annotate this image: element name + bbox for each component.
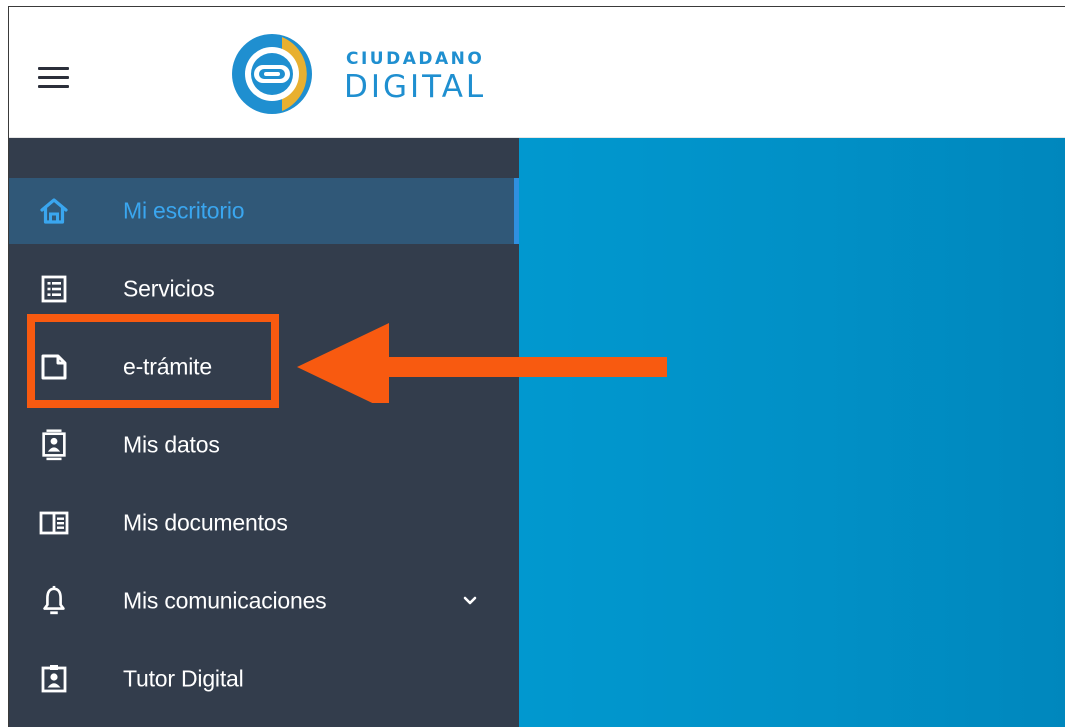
app-window: CIUDADANO DIGITAL Mi escritorio Servicio… <box>8 6 1065 727</box>
logo-mark-icon <box>232 34 312 114</box>
home-icon <box>40 198 68 224</box>
hamburger-icon-line <box>38 76 69 79</box>
sidebar-item-label: Mis datos <box>123 431 220 458</box>
list-icon <box>41 275 67 303</box>
hamburger-menu-button[interactable] <box>35 62 75 92</box>
logo-text-bottom: DIGITAL <box>344 69 487 105</box>
bell-icon <box>43 585 65 615</box>
hamburger-icon-line <box>38 85 69 88</box>
sidebar-item-tutor-digital[interactable]: Tutor Digital <box>9 646 519 712</box>
sidebar-item-mis-datos[interactable]: Mis datos <box>9 412 519 478</box>
sidebar-item-mi-escritorio[interactable]: Mi escritorio <box>9 178 519 244</box>
logo-text-top: CIUDADANO <box>346 49 485 69</box>
hamburger-icon-line <box>38 67 69 70</box>
badge-icon <box>41 665 67 693</box>
sidebar-item-label: Servicios <box>123 275 215 302</box>
contact-card-icon <box>42 429 66 461</box>
sidebar-item-mis-comunicaciones[interactable]: Mis comunicaciones <box>9 568 519 634</box>
book-icon <box>39 511 69 535</box>
ciudadano-digital-logo[interactable]: CIUDADANO DIGITAL <box>224 29 504 119</box>
sidebar-item-label: Mis documentos <box>123 509 288 536</box>
sidebar-nav: Mi escritorio Servicios e-trámite Mis da… <box>9 138 519 727</box>
sidebar-item-servicios[interactable]: Servicios <box>9 256 519 322</box>
document-icon <box>41 354 67 380</box>
sidebar-item-label: Mis comunicaciones <box>123 587 327 614</box>
sidebar-item-label: e-trámite <box>123 353 212 380</box>
chevron-down-icon[interactable] <box>461 595 479 607</box>
top-header: CIUDADANO DIGITAL <box>9 7 1065 138</box>
sidebar-item-mis-documentos[interactable]: Mis documentos <box>9 490 519 556</box>
sidebar-item-label: Mi escritorio <box>123 197 245 224</box>
main-content-area <box>519 138 1065 727</box>
sidebar-item-label: Tutor Digital <box>123 665 244 692</box>
sidebar-item-e-tramite[interactable]: e-trámite <box>9 334 519 400</box>
